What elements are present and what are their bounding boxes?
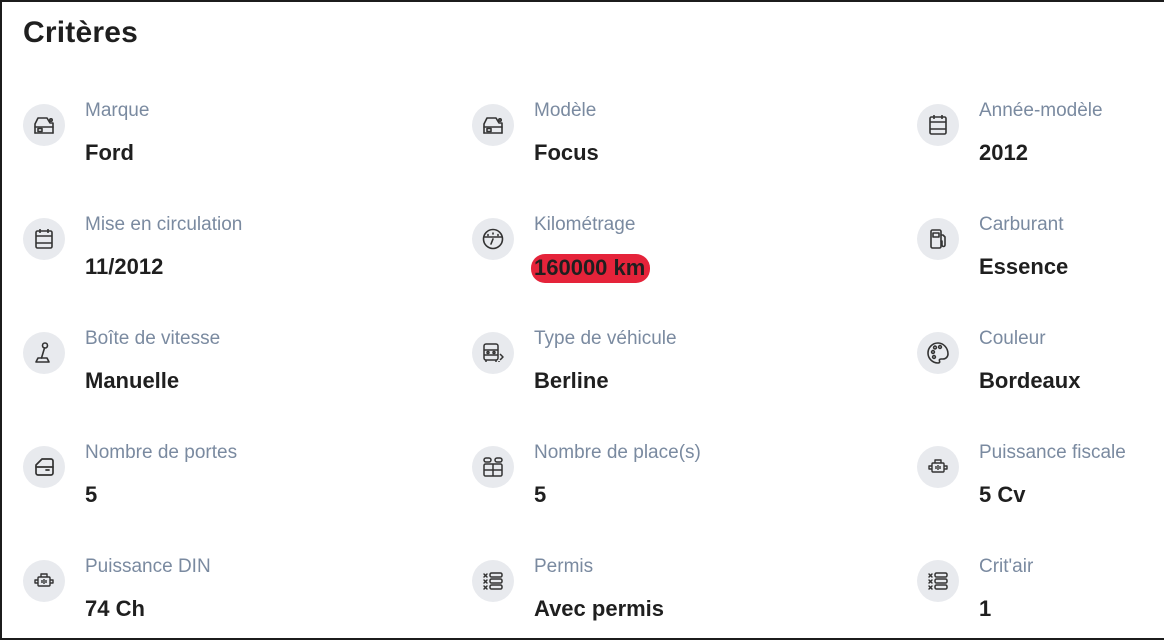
calendar-icon (23, 218, 65, 260)
criterion-label: Carburant (979, 214, 1064, 235)
criterion-label: Marque (85, 100, 150, 121)
gear-shift-icon (23, 332, 65, 374)
criterion-value: 5 Cv (979, 482, 1026, 507)
criterion-label: Nombre de portes (85, 442, 238, 463)
criterion-label: Couleur (979, 328, 1046, 349)
criterion-value: 2012 (979, 140, 1028, 165)
criterion-label: Crit'air (979, 556, 1034, 577)
color-palette-icon (917, 332, 959, 374)
calendar-icon (917, 104, 959, 146)
criterion-label: Permis (534, 556, 594, 577)
criterion-label: Année-modèle (979, 100, 1103, 121)
license-icon (472, 560, 514, 602)
fuel-pump-icon (917, 218, 959, 260)
criterion-label: Nombre de place(s) (534, 442, 701, 463)
speedometer-icon (472, 218, 514, 260)
vehicle-type-icon (472, 332, 514, 374)
criterion-value: Bordeaux (979, 368, 1081, 393)
criterion-value-highlighted: 160000 km (531, 254, 651, 283)
criterion-label: Kilométrage (534, 214, 636, 235)
criterion-label: Puissance fiscale (979, 442, 1126, 463)
criterion-label: Type de véhicule (534, 328, 677, 349)
criterion-value: Manuelle (85, 368, 180, 393)
criterion-label: Puissance DIN (85, 556, 211, 577)
criterion-value: 11/2012 (85, 254, 164, 279)
criterion-label: Boîte de vitesse (85, 328, 221, 349)
car-seats-icon (472, 446, 514, 488)
criterion-value: Avec permis (534, 596, 665, 621)
criterion-value: 5 (85, 482, 98, 507)
section-title: Critères (23, 16, 138, 49)
car-icon (23, 104, 65, 146)
criterion-value: 74 Ch (85, 596, 145, 621)
criterion-label: Mise en circulation (85, 214, 243, 235)
car-door-icon (23, 446, 65, 488)
criterion-label: Modèle (534, 100, 597, 121)
engine-icon (23, 560, 65, 602)
license-icon (917, 560, 959, 602)
criteria-panel: Critères Marque Ford Modèle Focus Année-… (0, 0, 1164, 640)
car-icon (472, 104, 514, 146)
criterion-value: Ford (85, 140, 134, 165)
criterion-value: 5 (534, 482, 547, 507)
criterion-value: Essence (979, 254, 1069, 279)
criterion-value: Focus (534, 140, 599, 165)
criterion-value: Berline (534, 368, 609, 393)
criterion-value: 1 (979, 596, 992, 621)
engine-icon (917, 446, 959, 488)
